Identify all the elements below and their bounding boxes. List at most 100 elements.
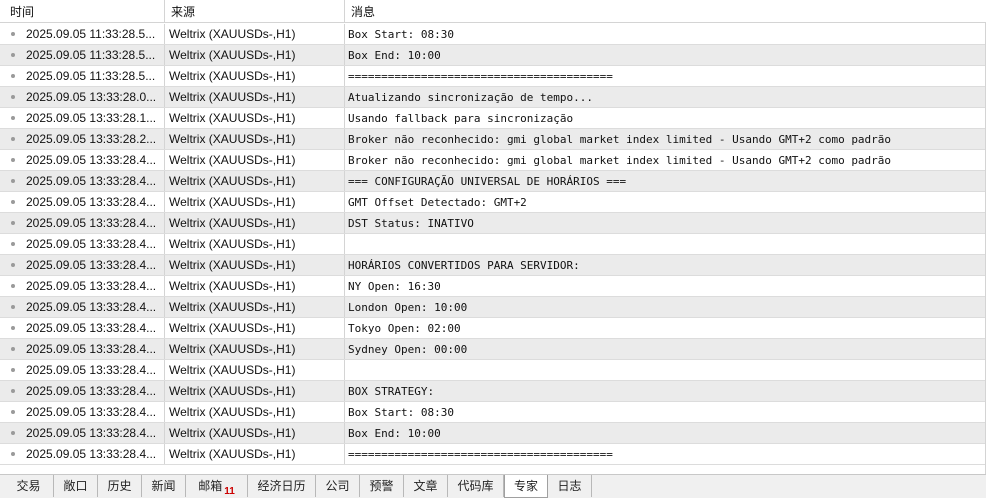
- tab-1[interactable]: 敞口: [54, 475, 98, 497]
- tab-11[interactable]: 日志: [548, 475, 592, 497]
- log-row[interactable]: 2025.09.05 13:33:28.4... Weltrix (XAUUSDs…: [0, 339, 986, 360]
- log-time-text: 2025.09.05 13:33:28.4...: [26, 195, 157, 209]
- log-source-cell: Weltrix (XAUUSDs-,H1): [165, 66, 345, 86]
- log-time-cell: 2025.09.05 13:33:28.0...: [0, 87, 165, 107]
- log-time-cell: 2025.09.05 13:33:28.4...: [0, 360, 165, 380]
- log-row[interactable]: 2025.09.05 11:33:28.5... Weltrix (XAUUSDs…: [0, 45, 986, 66]
- tab-6[interactable]: 公司: [316, 475, 360, 497]
- log-time-text: 2025.09.05 11:33:28.5...: [26, 27, 156, 41]
- log-source-cell: Weltrix (XAUUSDs-,H1): [165, 276, 345, 296]
- tab-3[interactable]: 新闻: [142, 475, 186, 497]
- bullet-dot-icon: [11, 284, 15, 288]
- log-row[interactable]: 2025.09.05 13:33:28.1... Weltrix (XAUUSDs…: [0, 108, 986, 129]
- terminal-tab-bar: 交易 敞口 历史 新闻 邮箱 11 经济日历 公司 预警 文章 代码库 专家 日志: [0, 474, 986, 498]
- log-table-body: 2025.09.05 11:33:28.5... Weltrix (XAUUSDs…: [0, 24, 986, 465]
- log-message-cell: Tokyo Open: 02:00: [348, 322, 461, 335]
- log-time-cell: 2025.09.05 11:33:28.5...: [0, 45, 165, 65]
- log-time-cell: 2025.09.05 13:33:28.4...: [0, 213, 165, 233]
- log-time-cell: 2025.09.05 11:33:28.5...: [0, 66, 165, 86]
- tab-7[interactable]: 预警: [360, 475, 404, 497]
- log-time-text: 2025.09.05 13:33:28.4...: [26, 279, 157, 293]
- log-source-cell: Weltrix (XAUUSDs-,H1): [165, 171, 345, 191]
- log-time-cell: 2025.09.05 13:33:28.1...: [0, 108, 165, 128]
- bullet-dot-icon: [11, 95, 15, 99]
- log-row[interactable]: 2025.09.05 13:33:28.4... Weltrix (XAUUSDs…: [0, 402, 986, 423]
- log-source-cell: Weltrix (XAUUSDs-,H1): [165, 24, 345, 44]
- log-row[interactable]: 2025.09.05 13:33:28.2... Weltrix (XAUUSDs…: [0, 129, 986, 150]
- log-row[interactable]: 2025.09.05 13:33:28.4... Weltrix (XAUUSDs…: [0, 423, 986, 444]
- bullet-dot-icon: [11, 221, 15, 225]
- log-row[interactable]: 2025.09.05 13:33:28.4... Weltrix (XAUUSDs…: [0, 381, 986, 402]
- log-source-cell: Weltrix (XAUUSDs-,H1): [165, 339, 345, 359]
- log-message-cell: ========================================: [348, 448, 613, 461]
- log-row[interactable]: 2025.09.05 13:33:28.4... Weltrix (XAUUSDs…: [0, 213, 986, 234]
- log-time-text: 2025.09.05 13:33:28.4...: [26, 321, 157, 335]
- bullet-dot-icon: [11, 368, 15, 372]
- bullet-dot-icon: [11, 326, 15, 330]
- log-time-cell: 2025.09.05 13:33:28.4...: [0, 444, 165, 464]
- column-header-source[interactable]: 来源: [165, 0, 345, 22]
- log-source-cell: Weltrix (XAUUSDs-,H1): [165, 234, 345, 254]
- log-time-cell: 2025.09.05 13:33:28.4...: [0, 402, 165, 422]
- log-row[interactable]: 2025.09.05 13:33:28.4... Weltrix (XAUUSDs…: [0, 255, 986, 276]
- log-row[interactable]: 2025.09.05 13:33:28.4... Weltrix (XAUUSDs…: [0, 444, 986, 465]
- tab-0[interactable]: 交易: [4, 475, 54, 497]
- log-row[interactable]: 2025.09.05 13:33:28.4... Weltrix (XAUUSDs…: [0, 297, 986, 318]
- log-time-cell: 2025.09.05 11:33:28.5...: [0, 24, 165, 44]
- column-header-message[interactable]: 消息: [345, 0, 986, 22]
- log-time-text: 2025.09.05 13:33:28.4...: [26, 405, 157, 419]
- tab-2[interactable]: 历史: [98, 475, 142, 497]
- log-time-text: 2025.09.05 13:33:28.4...: [26, 384, 157, 398]
- bullet-dot-icon: [11, 305, 15, 309]
- tab-label: 日志: [557, 479, 582, 493]
- tab-10[interactable]: 专家: [504, 475, 548, 498]
- tab-9[interactable]: 代码库: [448, 475, 504, 497]
- tab-label: 敞口: [63, 479, 88, 493]
- log-row[interactable]: 2025.09.05 13:33:28.0... Weltrix (XAUUSDs…: [0, 87, 986, 108]
- tab-8[interactable]: 文章: [404, 475, 448, 497]
- log-message-cell: Atualizando sincronização de tempo...: [345, 87, 986, 107]
- log-row[interactable]: 2025.09.05 11:33:28.5... Weltrix (XAUUSDs…: [0, 66, 986, 87]
- log-time-cell: 2025.09.05 13:33:28.4...: [0, 381, 165, 401]
- log-message-cell: [345, 360, 986, 380]
- log-row[interactable]: 2025.09.05 11:33:28.5... Weltrix (XAUUSDs…: [0, 24, 986, 45]
- log-source-cell: Weltrix (XAUUSDs-,H1): [165, 297, 345, 317]
- log-time-text: 2025.09.05 11:33:28.5...: [26, 69, 156, 83]
- log-message-cell: NY Open: 16:30: [348, 280, 441, 293]
- log-row[interactable]: 2025.09.05 13:33:28.4... Weltrix (XAUUSDs…: [0, 360, 986, 381]
- log-time-text: 2025.09.05 13:33:28.4...: [26, 153, 157, 167]
- log-source-cell: Weltrix (XAUUSDs-,H1): [165, 255, 345, 275]
- log-time-text: 2025.09.05 13:33:28.1...: [26, 111, 157, 125]
- log-time-cell: 2025.09.05 13:33:28.4...: [0, 150, 165, 170]
- log-time-text: 2025.09.05 13:33:28.4...: [26, 426, 157, 440]
- tab-label: 专家: [513, 479, 538, 493]
- log-message-cell: Box Start: 08:30: [348, 406, 454, 419]
- bullet-dot-icon: [11, 74, 15, 78]
- log-source-cell: Weltrix (XAUUSDs-,H1): [165, 423, 345, 443]
- log-time-text: 2025.09.05 13:33:28.0...: [26, 90, 157, 104]
- tab-4[interactable]: 邮箱 11: [186, 475, 248, 497]
- log-row[interactable]: 2025.09.05 13:33:28.4... Weltrix (XAUUSDs…: [0, 150, 986, 171]
- tab-label: 交易: [16, 479, 41, 493]
- log-time-cell: 2025.09.05 13:33:28.4...: [0, 318, 165, 338]
- log-time-text: 2025.09.05 13:33:28.4...: [26, 237, 157, 251]
- log-row[interactable]: 2025.09.05 13:33:28.4... Weltrix (XAUUSDs…: [0, 276, 986, 297]
- log-time-text: 2025.09.05 13:33:28.4...: [26, 342, 157, 356]
- log-row[interactable]: 2025.09.05 13:33:28.4... Weltrix (XAUUSDs…: [0, 171, 986, 192]
- log-source-cell: Weltrix (XAUUSDs-,H1): [165, 360, 345, 380]
- log-message-cell: London Open: 10:00: [345, 297, 986, 317]
- log-time-text: 2025.09.05 13:33:28.2...: [26, 132, 157, 146]
- log-message-cell: Broker não reconhecido: gmi global marke…: [345, 129, 986, 149]
- tab-label: 新闻: [151, 479, 176, 493]
- log-row[interactable]: 2025.09.05 13:33:28.4... Weltrix (XAUUSDs…: [0, 192, 986, 213]
- bullet-dot-icon: [11, 200, 15, 204]
- log-time-cell: 2025.09.05 13:33:28.4...: [0, 234, 165, 254]
- log-row[interactable]: 2025.09.05 13:33:28.4... Weltrix (XAUUSDs…: [0, 234, 986, 255]
- log-source-cell: Weltrix (XAUUSDs-,H1): [165, 381, 345, 401]
- log-row[interactable]: 2025.09.05 13:33:28.4... Weltrix (XAUUSDs…: [0, 318, 986, 339]
- tab-5[interactable]: 经济日历: [248, 475, 316, 497]
- log-message-cell: Box Start: 08:30: [348, 28, 454, 41]
- bullet-dot-icon: [11, 347, 15, 351]
- tab-label: 公司: [325, 479, 350, 493]
- column-header-time[interactable]: 时间: [0, 0, 165, 22]
